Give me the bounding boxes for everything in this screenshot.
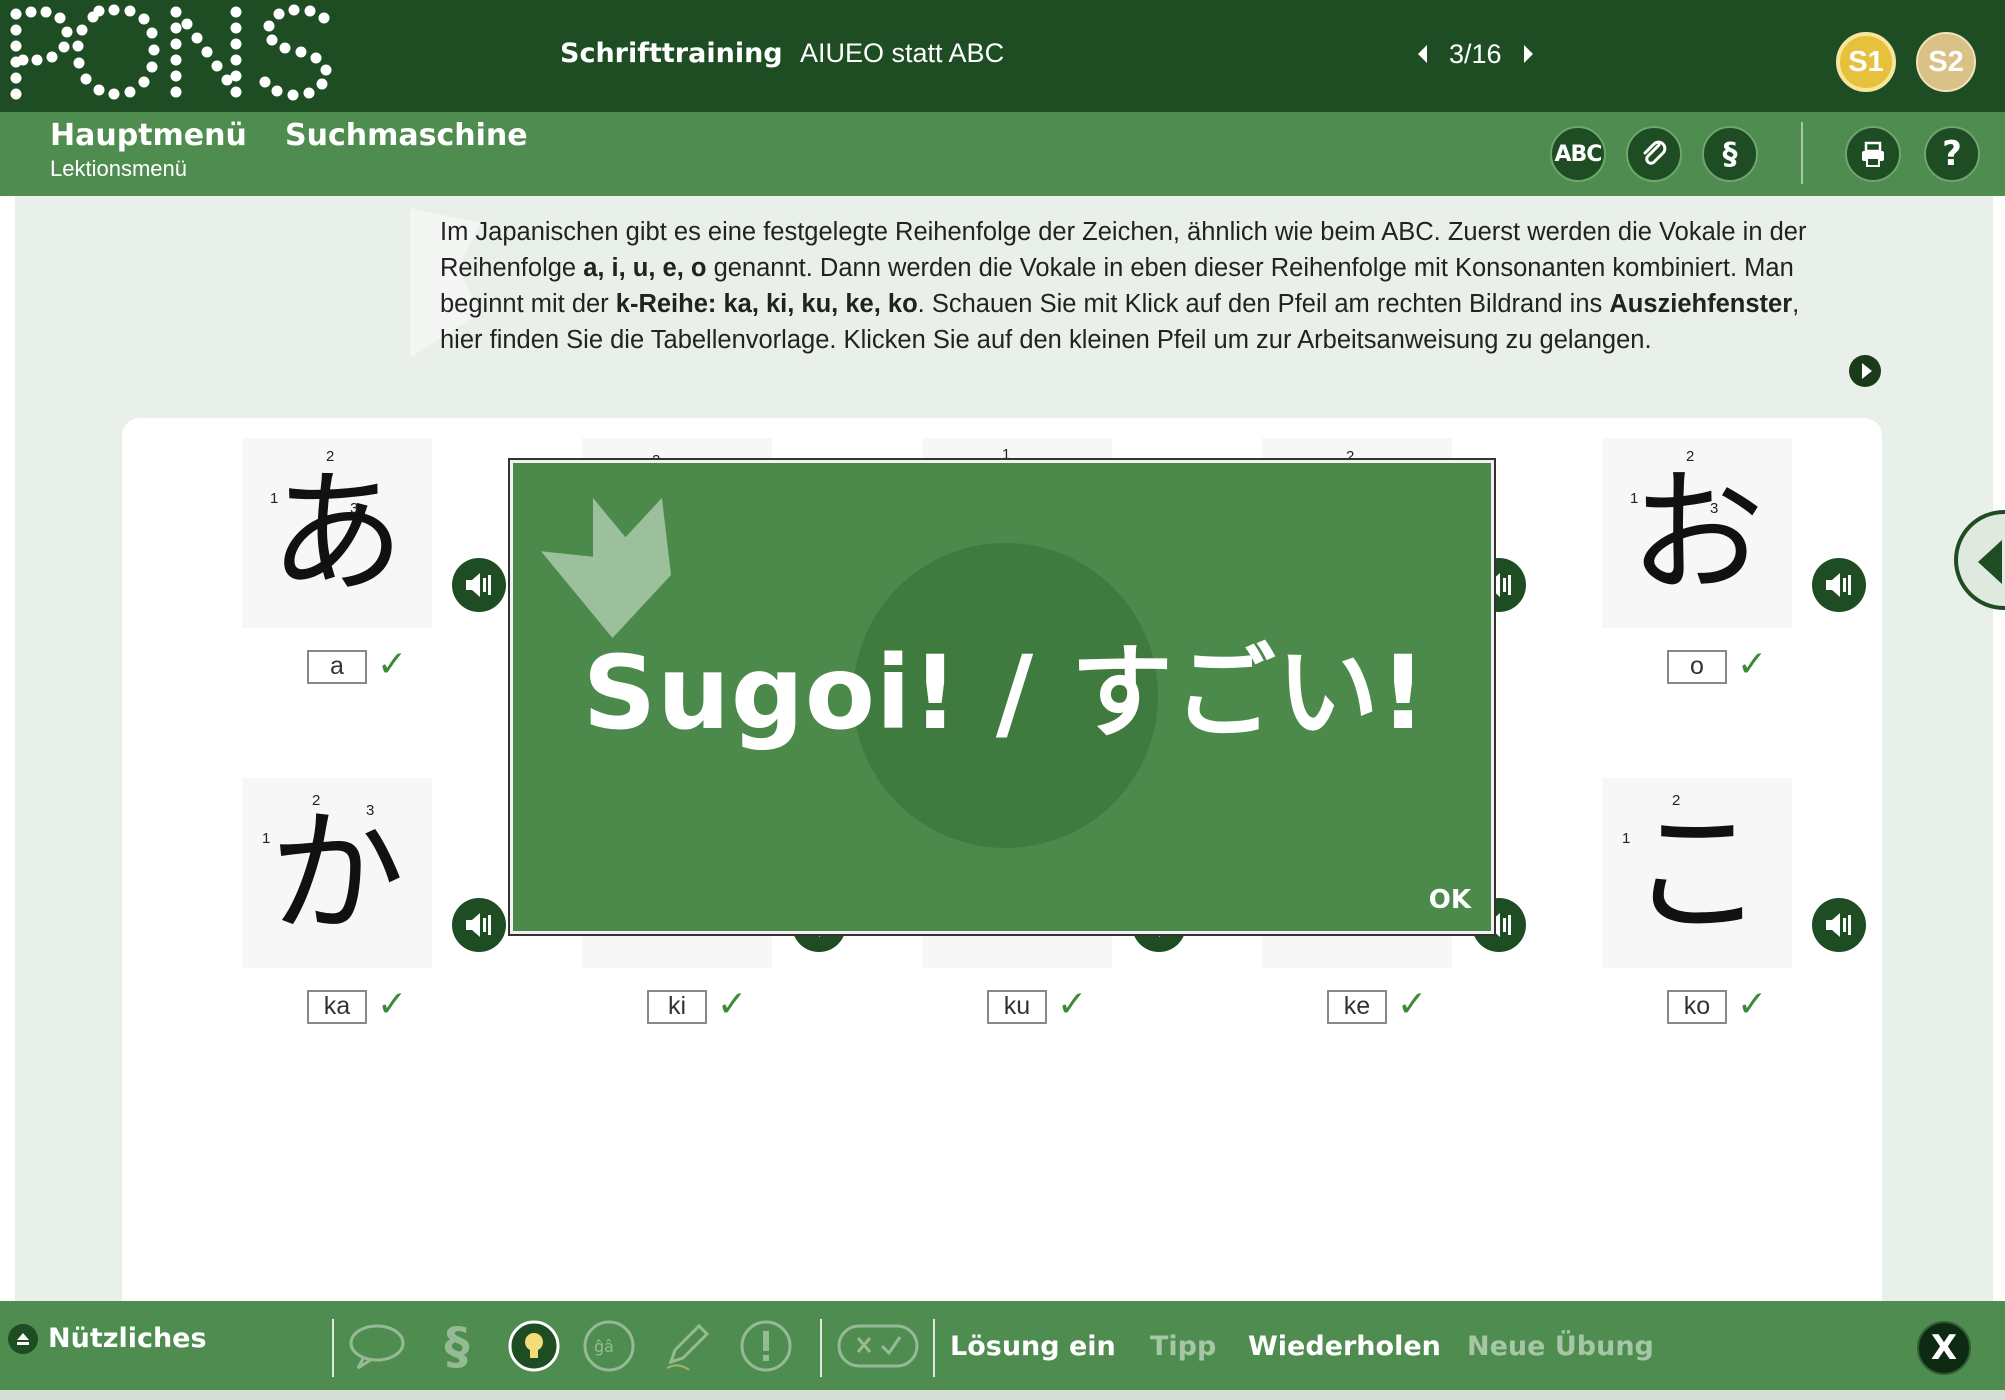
correct-check-icon: ✓: [377, 984, 408, 1025]
speaker-icon: [1826, 913, 1851, 937]
stroke-order-number: 1: [1630, 490, 1639, 507]
svg-text:ĝâ: ĝâ: [594, 1337, 614, 1356]
kana-card: お1 2 3: [1602, 438, 1792, 628]
stroke-order-number: 2: [312, 792, 321, 809]
kana-card: か1 2 3: [242, 778, 432, 968]
printer-icon: [1862, 141, 1884, 167]
lightbulb-icon[interactable]: [505, 1317, 563, 1375]
instruction-highlight: a, i, u, e, o: [583, 254, 707, 282]
speaker-icon: [466, 573, 491, 597]
help-button[interactable]: ?: [1924, 126, 1980, 182]
search-engine-link[interactable]: Suchmaschine: [285, 118, 528, 153]
stroke-order-number: 1: [1622, 830, 1631, 847]
pons-logo: [10, 4, 332, 101]
success-message: Sugoi! / すごい!: [582, 634, 1428, 753]
stroke-order-number: 3: [350, 500, 359, 517]
stroke-order-number: 2: [1686, 448, 1695, 465]
speaker-icon: [466, 913, 491, 937]
stroke-order-number: 3: [366, 802, 375, 819]
abc-spellcheck-icon: ABC: [1554, 141, 1603, 167]
correct-check-icon: ✓: [1737, 644, 1768, 685]
romaji-answer-field[interactable]: a: [307, 650, 367, 684]
kana-glyph: こ: [1629, 794, 1765, 952]
audio-play-button[interactable]: [452, 898, 506, 952]
toolbar-separator: [820, 1319, 822, 1377]
toolbar-separator: [933, 1319, 935, 1377]
previous-page-icon[interactable]: [1418, 45, 1427, 63]
stroke-order-number: 3: [1710, 500, 1719, 517]
dialog-ok-button[interactable]: OK: [1429, 885, 1471, 915]
toolbar-separator: [332, 1319, 334, 1377]
check-toggle-icon[interactable]: [836, 1317, 920, 1375]
instruction-highlight: Ausziehfenster: [1609, 290, 1793, 318]
paragraph-icon[interactable]: §: [428, 1317, 486, 1375]
romaji-answer-field[interactable]: ke: [1327, 990, 1387, 1024]
abc-spellcheck-button[interactable]: ABC: [1550, 126, 1606, 182]
show-solution-button[interactable]: Lösung ein: [950, 1331, 1116, 1362]
exercise-title: AIUEO statt ABC: [800, 38, 1005, 68]
audio-play-button[interactable]: [1812, 558, 1866, 612]
level-s2-badge[interactable]: S2: [1916, 32, 1976, 92]
eject-up-icon: [8, 1323, 38, 1354]
instruction-highlight: k-Reihe: ka, ki, ku, ke, ko: [615, 290, 918, 318]
stroke-order-number: 1: [270, 490, 279, 507]
pons-app-window: Schrifttraining AIUEO statt ABC 3/16 S1 …: [0, 0, 2005, 1400]
useful-label: Nützliches: [48, 1323, 207, 1354]
bottom-toolbar: Nützliches § ĝâ Lösung ein Tipp Wiederho…: [0, 1301, 2005, 1390]
level-s1-badge[interactable]: S1: [1836, 32, 1896, 92]
next-instruction-arrow-icon[interactable]: [1849, 355, 1881, 387]
kana-glyph: あ: [269, 454, 405, 612]
kana-glyph: お: [1629, 454, 1765, 612]
exclamation-icon[interactable]: [737, 1317, 795, 1375]
kana-glyph: か: [269, 794, 405, 952]
lesson-menu-link[interactable]: Lektionsmenü: [50, 156, 187, 182]
navigation-bar: Hauptmenü Suchmaschine Lektionsmenü ABC …: [0, 112, 2005, 196]
speaker-icon: [1826, 573, 1851, 597]
correct-check-icon: ✓: [1057, 984, 1088, 1025]
paperclip-icon: [1643, 140, 1667, 165]
correct-check-icon: ✓: [377, 644, 408, 685]
audio-play-button[interactable]: [1812, 898, 1866, 952]
module-title: Schrifttraining: [560, 38, 783, 69]
page-indicator: 3/16: [1449, 38, 1502, 69]
correct-check-icon: ✓: [717, 984, 748, 1025]
romaji-answer-field[interactable]: ku: [987, 990, 1047, 1024]
instruction-text: Im Japanischen gibt es eine festgelegte …: [440, 214, 1820, 358]
close-button[interactable]: X: [1917, 1321, 1971, 1375]
top-bar: Schrifttraining AIUEO statt ABC 3/16 S1 …: [0, 0, 2005, 112]
print-button[interactable]: [1845, 126, 1901, 182]
romaji-answer-field[interactable]: ki: [647, 990, 707, 1024]
help-icon: ?: [1942, 134, 1962, 174]
instruction-text-part: . Schauen Sie mit Klick auf den Pfeil am…: [917, 290, 1610, 318]
stroke-order-number: 2: [1672, 792, 1681, 809]
pencil-icon[interactable]: [658, 1317, 716, 1375]
page-navigator: 3/16: [1418, 36, 1533, 72]
new-exercise-button[interactable]: Neue Übung: [1467, 1331, 1654, 1362]
useful-menu[interactable]: Nützliches: [8, 1323, 207, 1354]
speech-bubble-icon[interactable]: [348, 1317, 406, 1375]
stroke-order-number: 2: [326, 448, 335, 465]
grammar-button[interactable]: §: [1702, 126, 1758, 182]
main-menu-link[interactable]: Hauptmenü: [50, 118, 247, 153]
correct-check-icon: ✓: [1737, 984, 1768, 1025]
repeat-button[interactable]: Wiederholen: [1248, 1331, 1441, 1362]
tip-button[interactable]: Tipp: [1150, 1331, 1216, 1362]
success-dialog: Sugoi! / すごい! OK: [510, 460, 1494, 934]
grammar-icon[interactable]: ĝâ: [580, 1317, 638, 1375]
correct-check-icon: ✓: [1397, 984, 1428, 1025]
toolbar-divider: [1801, 122, 1803, 184]
stroke-order-number: 1: [262, 830, 271, 847]
romaji-answer-field[interactable]: ko: [1667, 990, 1727, 1024]
kana-card: あ1 2 3: [242, 438, 432, 628]
audio-play-button[interactable]: [452, 558, 506, 612]
kana-card: こ1 2: [1602, 778, 1792, 968]
window-bottom-edge: [0, 1390, 2005, 1400]
romaji-answer-field[interactable]: ka: [307, 990, 367, 1024]
dialog-star-decoration: [541, 498, 671, 638]
attachment-button[interactable]: [1626, 126, 1682, 182]
next-page-icon[interactable]: [1523, 45, 1533, 63]
paragraph-icon: §: [1722, 136, 1738, 172]
romaji-answer-field[interactable]: o: [1667, 650, 1727, 684]
